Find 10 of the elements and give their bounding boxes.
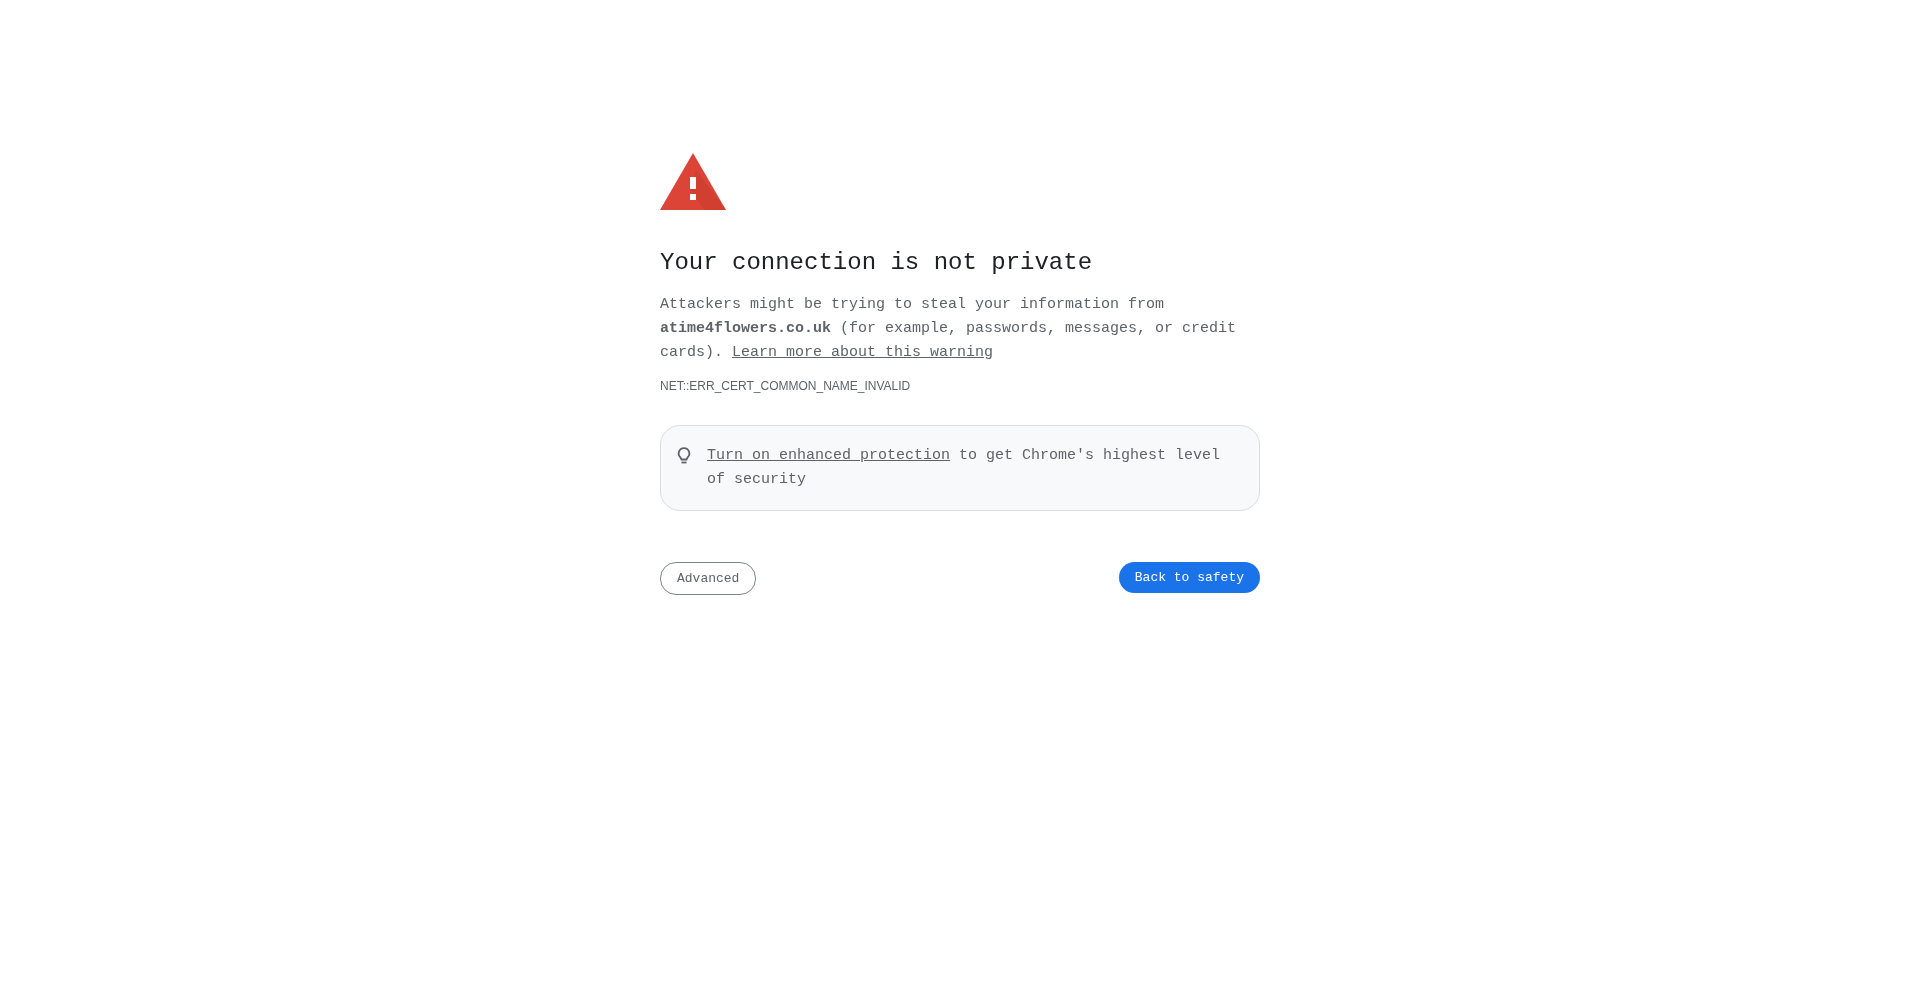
protection-message: Turn on enhanced protection to get Chrome's highest level of security	[707, 446, 1222, 490]
learn-more-link[interactable]: Learn more about this warning	[732, 344, 994, 361]
warning-icon	[660, 153, 726, 211]
error-code: NET::ERR_CERT_COMMON_NAME_INVALID	[660, 379, 911, 393]
page-heading: Your connection is not private	[660, 248, 1093, 278]
lightbulb-icon	[677, 447, 691, 465]
advanced-button[interactable]: Advanced	[660, 562, 757, 595]
back-to-safety-button[interactable]: Back to safety	[1118, 562, 1260, 593]
enhanced-protection-link[interactable]: Turn on enhanced protection	[707, 447, 951, 464]
warning-description: Attackers might be trying to steal your information from atime4flowers.co.uk (for example, passwords, messages, or credit cards). Learn more about this warning	[660, 295, 1238, 363]
